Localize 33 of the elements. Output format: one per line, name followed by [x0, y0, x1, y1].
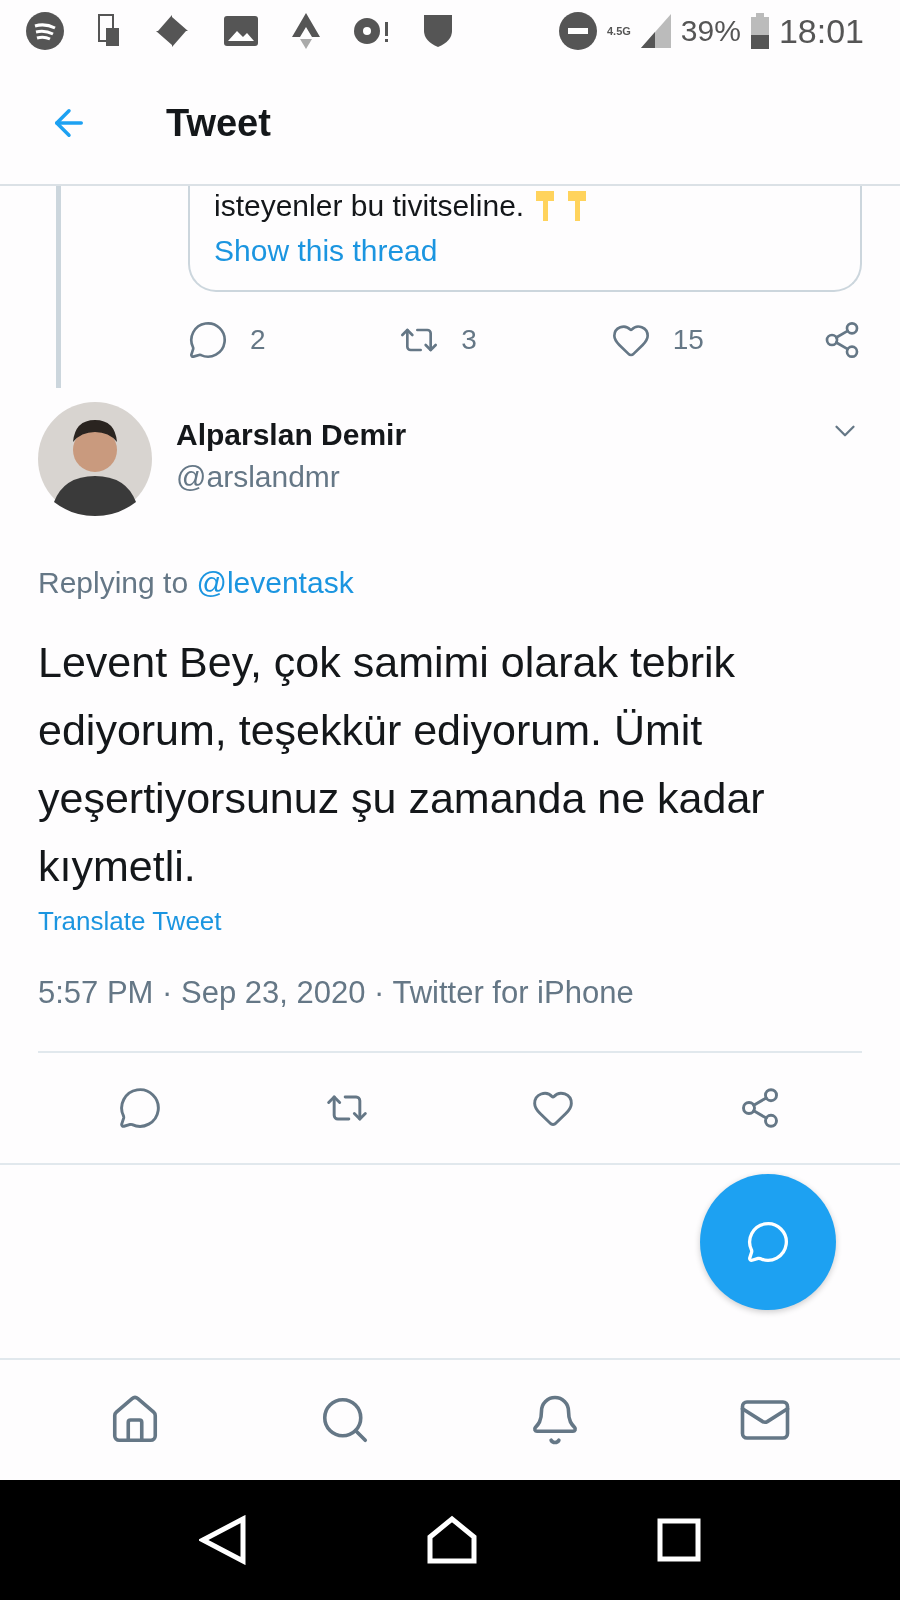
tweet-text: Levent Bey, çok samimi olarak tebrik ediyorum, teşekkür ediyorum. Ümit yeşertiyorsunuz şu zamanda ne kadar kıymetli. [38, 637, 766, 892]
signal-icon [640, 14, 671, 48]
quoted-tweet-text: isteyenler bu tivitseline. [214, 189, 525, 223]
disc-alert-icon [354, 16, 390, 46]
avatar[interactable] [38, 402, 152, 516]
user-name: Alparslan Demir [176, 418, 408, 452]
retweet-count: 3 [461, 324, 477, 356]
shield-icon [424, 15, 452, 47]
replying-to-label: Replying to @leventask [38, 566, 355, 600]
show-thread-link[interactable]: Show this thread [214, 234, 438, 267]
reply-count: 2 [250, 324, 266, 356]
network-type: 4.5G [607, 25, 631, 37]
quoted-tweet-card[interactable]: isteyenler bu tivitseline. Show this thread [188, 186, 862, 292]
like-count: 15 [672, 324, 704, 356]
battery-icon [750, 13, 769, 49]
reply-icon [746, 1220, 790, 1264]
home-icon[interactable] [426, 1515, 478, 1565]
do-not-disturb-icon [559, 12, 597, 50]
music-app-icon [26, 12, 64, 50]
battery-percent: 39% [680, 14, 741, 48]
arrows-icon [292, 13, 320, 49]
phone-card-icon [98, 14, 120, 48]
back-icon[interactable] [199, 1515, 248, 1565]
translate-link[interactable]: Translate Tweet [38, 906, 222, 936]
recents-icon[interactable] [656, 1518, 701, 1562]
reply-icon[interactable] [188, 320, 228, 360]
clock: 18:01 [778, 11, 864, 51]
user-handle: @arslandmr [176, 460, 341, 494]
tweet-meta: 5:57 PM · Sep 23, 2020 · Twitter for iPhone [38, 975, 635, 1011]
mention-link[interactable]: @leventask [196, 566, 354, 599]
image-icon [224, 16, 258, 46]
reply-icon[interactable] [118, 1086, 162, 1130]
page-title: Tweet [166, 101, 271, 145]
